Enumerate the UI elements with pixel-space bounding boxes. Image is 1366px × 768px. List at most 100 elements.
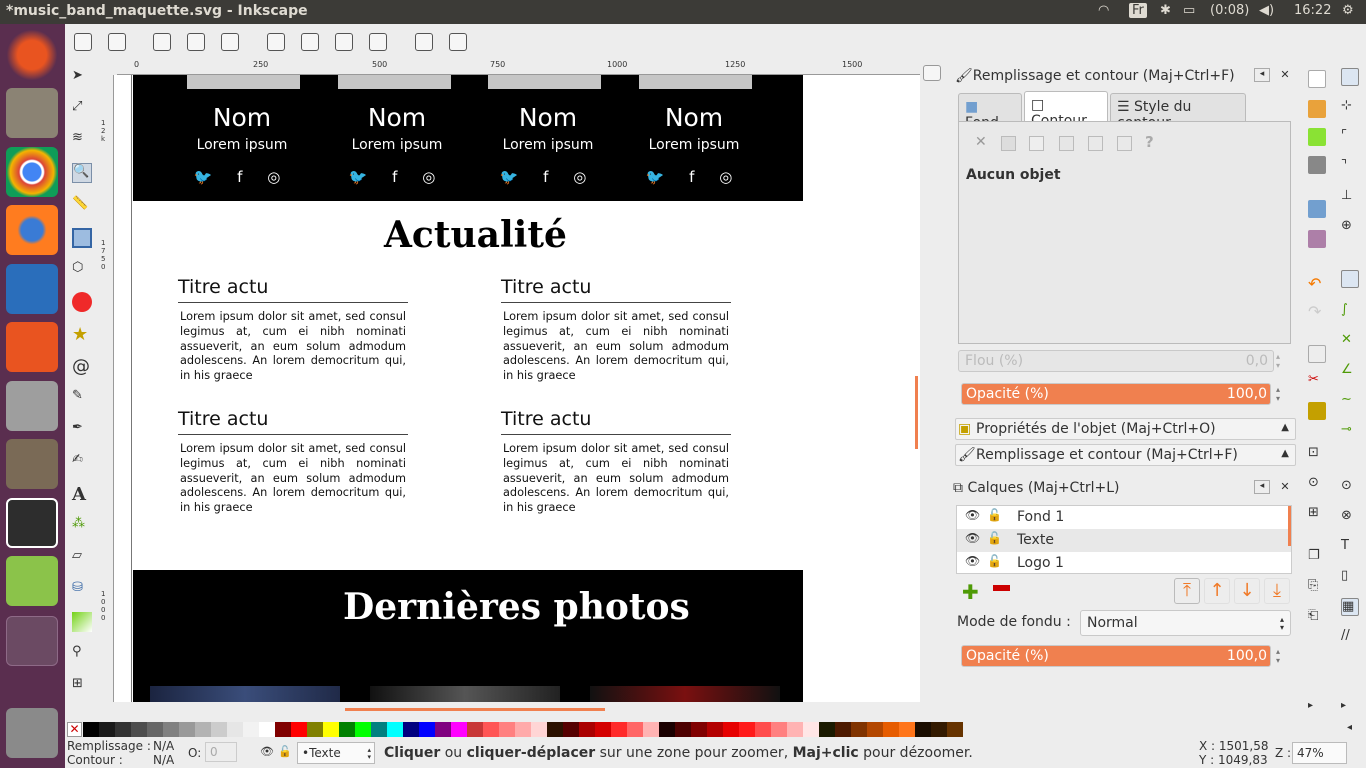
snap-toggle-icon[interactable] — [1341, 68, 1359, 86]
measure-tool-icon[interactable]: 📏 — [72, 196, 92, 216]
color-swatch[interactable] — [115, 722, 131, 737]
lower-to-bottom-button[interactable]: ⤓ — [1264, 578, 1290, 604]
snap-page-border-icon[interactable]: ▯ — [1341, 568, 1359, 586]
writer-icon[interactable] — [6, 264, 58, 314]
color-swatch[interactable] — [195, 722, 211, 737]
raise-layer-button[interactable]: ↑ — [1204, 578, 1230, 604]
snap-text-baseline-icon[interactable]: T — [1341, 538, 1359, 556]
color-swatch[interactable] — [755, 722, 771, 737]
pencil-tool-icon[interactable]: ✎ — [72, 388, 92, 408]
bluetooth-icon[interactable]: ✱ — [1160, 3, 1171, 18]
color-swatch[interactable] — [803, 722, 819, 737]
panel-iconify-button[interactable]: ◂ — [1254, 480, 1270, 494]
zoom-page-icon[interactable]: ⊞ — [1308, 505, 1326, 523]
color-swatch[interactable] — [163, 722, 179, 737]
chrome-icon[interactable] — [6, 147, 58, 197]
software-center-icon[interactable] — [6, 322, 58, 372]
color-swatch[interactable] — [595, 722, 611, 737]
color-swatch[interactable] — [211, 722, 227, 737]
more-icon[interactable]: ▸ — [1341, 700, 1359, 718]
color-swatch[interactable] — [131, 722, 147, 737]
horizontal-scrollbar[interactable] — [345, 708, 605, 711]
snap-bbox-icon[interactable]: ⊹ — [1341, 98, 1359, 116]
export-icon[interactable] — [1308, 230, 1326, 248]
snap-midpoint-icon[interactable]: ⊸ — [1341, 422, 1359, 440]
color-swatch[interactable] — [787, 722, 803, 737]
3dbox-tool-icon[interactable]: ⬡ — [72, 260, 92, 280]
snap-bbox-edge-icon[interactable]: ⌜ — [1341, 128, 1359, 146]
color-swatch[interactable] — [403, 722, 419, 737]
opacity-spinner[interactable]: ▴ ▾ — [1276, 385, 1280, 403]
layer-opacity-slider[interactable]: Opacité (%) 100,0 — [961, 645, 1271, 667]
photos-heading[interactable]: Dernières photos — [343, 586, 690, 628]
unset-icon[interactable]: ? — [1145, 133, 1154, 151]
color-swatch[interactable] — [147, 722, 163, 737]
panel-close-button[interactable]: ✕ — [1278, 480, 1292, 494]
layer-row[interactable]: 👁 🔓 Texte — [957, 529, 1291, 552]
lock-icon[interactable]: 🔓 — [987, 508, 1002, 522]
clock[interactable]: 16:22 — [1294, 3, 1331, 18]
import-icon[interactable] — [1308, 200, 1326, 218]
color-swatch[interactable] — [883, 722, 899, 737]
gear-icon[interactable]: ⚙ — [1342, 3, 1354, 18]
color-swatch[interactable] — [579, 722, 595, 737]
snap-cusp-icon[interactable]: ∠ — [1341, 362, 1359, 380]
actualite-heading[interactable]: Actualité — [384, 214, 567, 256]
snap-guide-icon[interactable]: // — [1341, 628, 1359, 646]
news-article[interactable]: Titre actu Lorem ipsum dolor sit amet, s… — [178, 408, 408, 516]
color-swatch[interactable] — [675, 722, 691, 737]
zoom-page-icon[interactable] — [335, 33, 353, 51]
member-card[interactable]: Nom Lorem ipsum 🐦 f ◎ — [322, 75, 472, 201]
color-swatch[interactable] — [659, 722, 675, 737]
news-article[interactable]: Titre actu Lorem ipsum dolor sit amet, s… — [501, 276, 731, 384]
cut-icon[interactable]: ✂ — [1308, 372, 1326, 390]
volume-icon[interactable]: ◀) — [1259, 3, 1274, 18]
horizontal-ruler[interactable]: 0 250 500 750 1000 1250 1500 — [117, 60, 920, 75]
fill-value[interactable]: N/A — [153, 739, 174, 753]
ubuntu-dash-icon[interactable] — [6, 30, 58, 80]
duplicate-icon[interactable]: ❐ — [1308, 548, 1326, 566]
member-card[interactable]: Nom Lorem ipsum 🐦 f ◎ — [473, 75, 623, 201]
zoom-drawing-icon[interactable]: ⊙ — [1308, 475, 1326, 493]
lower-layer-button[interactable]: ↓ — [1234, 578, 1260, 604]
object-properties-expander[interactable]: ▣ Propriétés de l'objet (Maj+Ctrl+O) ▲ — [955, 418, 1296, 440]
print-icon[interactable] — [1308, 156, 1326, 174]
pen-tool-icon[interactable]: ✒ — [72, 420, 92, 440]
eye-icon[interactable]: 👁 — [965, 554, 980, 568]
ellipse-tool-icon[interactable] — [72, 292, 92, 312]
color-swatch[interactable] — [339, 722, 355, 737]
zoom-tool-icon[interactable]: 🔍 — [72, 163, 92, 183]
inkscape-icon[interactable] — [6, 498, 58, 548]
zoom-1-1-icon[interactable] — [153, 33, 171, 51]
color-swatch[interactable] — [531, 722, 547, 737]
snap-intersection-icon[interactable]: ✕ — [1341, 332, 1359, 350]
color-swatch[interactable] — [99, 722, 115, 737]
panel-iconify-button[interactable]: ◂ — [1254, 68, 1270, 82]
member-card[interactable]: Nom Lorem ipsum 🐦 f ◎ — [167, 75, 317, 201]
color-swatch[interactable] — [467, 722, 483, 737]
tweak-tool-icon[interactable]: ≋ — [72, 130, 92, 150]
bucket-tool-icon[interactable]: ⛁ — [72, 580, 92, 600]
files-icon[interactable] — [6, 88, 58, 138]
save-icon[interactable] — [1308, 128, 1326, 146]
raise-to-top-button[interactable]: ⤒ — [1174, 578, 1200, 604]
snap-rotation-center-icon[interactable]: ⊗ — [1341, 508, 1359, 526]
wifi-icon[interactable]: ◠ — [1098, 3, 1109, 18]
battery-time[interactable]: (0:08) — [1210, 3, 1249, 18]
zoom-next-icon[interactable] — [449, 33, 467, 51]
color-swatch[interactable] — [931, 722, 947, 737]
zoom-width-icon[interactable] — [369, 33, 387, 51]
flat-color-icon[interactable] — [1001, 136, 1016, 151]
photo-thumbnail[interactable] — [150, 686, 340, 702]
eye-icon[interactable]: 👁 — [965, 531, 980, 545]
snap-center-icon[interactable]: ⊕ — [1341, 218, 1359, 236]
eye-icon[interactable]: 👁 — [260, 745, 274, 758]
color-swatch[interactable] — [515, 722, 531, 737]
tab-fill[interactable]: ■ Fond — [958, 93, 1022, 131]
color-swatch[interactable] — [419, 722, 435, 737]
settings-icon[interactable] — [6, 381, 58, 431]
opacity-field[interactable]: 0 — [205, 742, 237, 762]
add-layer-button[interactable]: ✚ — [962, 580, 979, 604]
color-swatch[interactable] — [851, 722, 867, 737]
zoom-in-icon[interactable] — [74, 33, 92, 51]
